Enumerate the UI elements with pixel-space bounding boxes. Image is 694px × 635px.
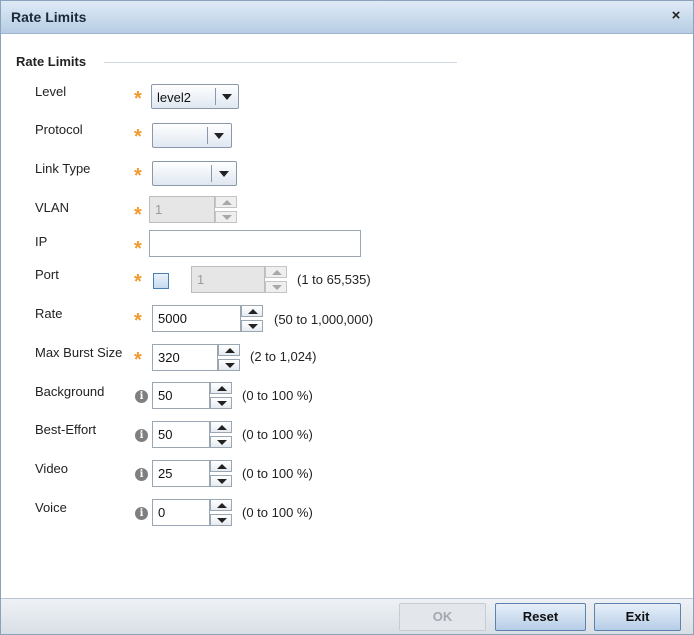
chevron-down-icon (214, 133, 224, 139)
port-checkbox[interactable] (153, 273, 169, 289)
level-select-value: level2 (157, 90, 191, 105)
protocol-select[interactable] (152, 123, 232, 148)
voice-increment-button[interactable] (210, 499, 232, 511)
section-divider (104, 62, 457, 63)
chevron-up-icon (225, 348, 235, 353)
chevron-up-icon (248, 309, 258, 314)
info-icon[interactable]: i (135, 429, 148, 442)
background-range: (0 to 100 %) (242, 388, 313, 403)
video-range: (0 to 100 %) (242, 466, 313, 481)
best-effort-label: Best-Effort (35, 422, 97, 437)
vlan-input[interactable]: 1 (149, 196, 215, 223)
chevron-down-icon (217, 401, 227, 406)
required-star-icon: * (134, 88, 142, 110)
voice-range: (0 to 100 %) (242, 505, 313, 520)
best-effort-increment-button[interactable] (210, 421, 232, 433)
best-effort-decrement-button[interactable] (210, 436, 232, 448)
vlan-stepper[interactable]: 1 (149, 196, 237, 223)
required-star-icon: * (134, 238, 142, 260)
chevron-up-icon (217, 425, 227, 430)
rate-range: (50 to 1,000,000) (274, 312, 374, 327)
port-decrement-button[interactable] (265, 281, 287, 293)
required-star-icon: * (134, 271, 142, 293)
chevron-down-icon (217, 479, 227, 484)
ip-input[interactable] (149, 230, 361, 257)
voice-stepper[interactable]: 0 (152, 499, 232, 526)
chevron-up-icon (222, 200, 232, 205)
vlan-label: VLAN (35, 200, 69, 215)
max-burst-size-range: (2 to 1,024) (250, 349, 317, 364)
best-effort-stepper[interactable]: 50 (152, 421, 232, 448)
reset-button[interactable]: Reset (495, 603, 586, 631)
video-label: Video (35, 461, 69, 476)
exit-button[interactable]: Exit (594, 603, 681, 631)
required-star-icon: * (134, 310, 142, 332)
chevron-down-icon (217, 440, 227, 445)
best-effort-input[interactable]: 50 (152, 421, 210, 448)
dialog-title: Rate Limits (11, 9, 87, 25)
dialog-titlebar: Rate Limits × (1, 1, 693, 34)
port-range: (1 to 65,535) (297, 272, 371, 287)
ip-label: IP (35, 234, 48, 249)
video-increment-button[interactable] (210, 460, 232, 472)
port-stepper[interactable]: 1 (191, 266, 287, 293)
video-input[interactable]: 25 (152, 460, 210, 487)
rate-label: Rate (35, 306, 63, 321)
level-select[interactable]: level2 (151, 84, 239, 109)
voice-input[interactable]: 0 (152, 499, 210, 526)
chevron-up-icon (272, 270, 282, 275)
port-increment-button[interactable] (265, 266, 287, 278)
chevron-down-icon (225, 363, 235, 368)
rate-decrement-button[interactable] (241, 320, 263, 332)
chevron-up-icon (217, 503, 227, 508)
level-label: Level (35, 84, 67, 99)
background-label: Background (35, 384, 105, 399)
ok-button[interactable]: OK (399, 603, 486, 631)
info-icon[interactable]: i (135, 390, 148, 403)
rate-increment-button[interactable] (241, 305, 263, 317)
rate-stepper[interactable]: 5000 (152, 305, 263, 332)
port-label: Port (35, 267, 59, 282)
max-burst-size-increment-button[interactable] (218, 344, 240, 356)
voice-label: Voice (35, 500, 67, 515)
video-decrement-button[interactable] (210, 475, 232, 487)
voice-decrement-button[interactable] (210, 514, 232, 526)
chevron-down-icon (222, 215, 232, 220)
required-star-icon: * (134, 165, 142, 187)
max-burst-size-decrement-button[interactable] (218, 359, 240, 371)
section-title: Rate Limits (16, 54, 87, 69)
chevron-up-icon (217, 386, 227, 391)
port-input[interactable]: 1 (191, 266, 265, 293)
chevron-up-icon (217, 464, 227, 469)
info-icon[interactable]: i (135, 507, 148, 520)
background-decrement-button[interactable] (210, 397, 232, 409)
link-type-label: Link Type (35, 161, 91, 176)
max-burst-size-input[interactable]: 320 (152, 344, 218, 371)
close-icon[interactable]: × (667, 7, 685, 25)
video-stepper[interactable]: 25 (152, 460, 232, 487)
rate-limits-dialog: Rate Limits × Rate Limits Level * level2… (0, 0, 694, 635)
info-icon[interactable]: i (135, 468, 148, 481)
vlan-increment-button[interactable] (215, 196, 237, 208)
chevron-down-icon (219, 171, 229, 177)
chevron-down-icon (248, 324, 258, 329)
required-star-icon: * (134, 204, 142, 226)
best-effort-range: (0 to 100 %) (242, 427, 313, 442)
link-type-select[interactable] (152, 161, 237, 186)
vlan-decrement-button[interactable] (215, 211, 237, 223)
max-burst-size-stepper[interactable]: 320 (152, 344, 240, 371)
required-star-icon: * (134, 349, 142, 371)
background-stepper[interactable]: 50 (152, 382, 232, 409)
required-star-icon: * (134, 126, 142, 148)
chevron-down-icon (272, 285, 282, 290)
protocol-label: Protocol (35, 122, 83, 137)
chevron-down-icon (222, 94, 232, 100)
chevron-down-icon (217, 518, 227, 523)
max-burst-size-label: Max Burst Size (35, 345, 123, 360)
background-input[interactable]: 50 (152, 382, 210, 409)
background-increment-button[interactable] (210, 382, 232, 394)
rate-input[interactable]: 5000 (152, 305, 241, 332)
dialog-footer: OK Reset Exit (1, 598, 693, 634)
